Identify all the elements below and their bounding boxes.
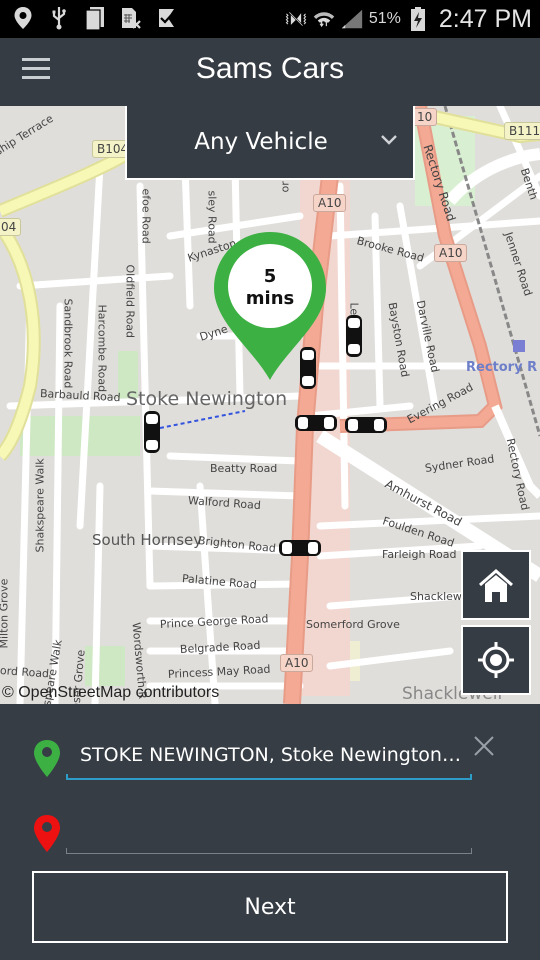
street-label: Sandbrook Road [61, 298, 75, 389]
booking-panel: Next [0, 704, 540, 960]
vehicle-type-dropdown[interactable]: Any Vehicle [125, 106, 415, 180]
home-icon [479, 569, 513, 602]
battery-percent: 51% [368, 10, 401, 27]
road-shield: B111 [504, 122, 540, 140]
map-attribution[interactable]: © OpenStreetMap contributors [2, 684, 219, 702]
battery-charging-icon [407, 7, 429, 31]
street-label: Harcombe Road [95, 304, 109, 393]
place-label-rectory-road-station: Rectory R [466, 360, 538, 375]
taxi-car-icon[interactable] [294, 413, 338, 433]
app-title: Sams Cars [195, 52, 345, 85]
street-label: Farleigh Road [382, 548, 457, 561]
dropoff-pin-icon [34, 815, 60, 852]
road-shield: 10 [412, 108, 438, 126]
road-shield: A10 [313, 194, 347, 212]
street-label: Oldfield Road [123, 264, 137, 339]
status-bar: 51% 2:47 PM [0, 0, 540, 38]
map-view[interactable]: Stoke Newington South Hornsey Rectory R … [0, 106, 540, 704]
street-label: Somerford Grove [306, 618, 400, 631]
taxi-car-icon[interactable] [344, 415, 388, 435]
app-bar: Sams Cars [0, 38, 540, 106]
eta-unit: mins [245, 288, 295, 309]
pickup-address-field[interactable] [66, 736, 472, 780]
street-label: Milton Grove [0, 578, 11, 649]
road-shield: A10 [434, 244, 468, 262]
my-location-icon [478, 642, 514, 678]
task-check-icon [156, 6, 178, 30]
chevron-down-icon [379, 132, 399, 151]
pickup-address-input[interactable] [66, 736, 472, 774]
street-label: Beatty Road [210, 462, 278, 475]
pickup-pin-icon [34, 740, 60, 777]
street-label: efoe Road [139, 188, 153, 244]
street-label: Shacklew [410, 590, 462, 603]
taxi-car-icon[interactable] [142, 410, 162, 454]
clear-pickup-button[interactable] [472, 734, 496, 758]
dropoff-address-field[interactable] [66, 810, 472, 854]
location-icon [12, 6, 34, 30]
next-button[interactable]: Next [32, 871, 508, 943]
my-location-button[interactable] [461, 625, 531, 695]
dropoff-underline [66, 848, 472, 854]
sim-card-icon [84, 6, 106, 30]
home-button[interactable] [461, 550, 531, 620]
place-label-south-hornsey: South Hornsey [92, 531, 203, 549]
taxi-car-icon[interactable] [278, 538, 322, 558]
eta-value: 5 [263, 266, 277, 287]
pickup-underline [66, 774, 472, 780]
road-shield: 04 [0, 218, 22, 236]
vehicle-type-selected: Any Vehicle [194, 129, 328, 155]
eta-pickup-pin[interactable]: 5 mins [212, 230, 328, 382]
place-label-stoke-newington: Stoke Newington [126, 388, 288, 410]
wifi-icon [313, 7, 335, 31]
clock: 2:47 PM [438, 4, 532, 33]
dropoff-address-input[interactable] [66, 810, 472, 848]
street-label: Shakspeare Walk [33, 458, 47, 553]
vibrate-mute-icon [285, 7, 307, 31]
usb-icon [48, 6, 70, 30]
close-icon [474, 736, 494, 756]
taxi-car-icon[interactable] [344, 314, 364, 358]
no-sim-icon [120, 6, 142, 30]
signal-icon [341, 7, 363, 31]
road-shield: A10 [280, 654, 314, 672]
